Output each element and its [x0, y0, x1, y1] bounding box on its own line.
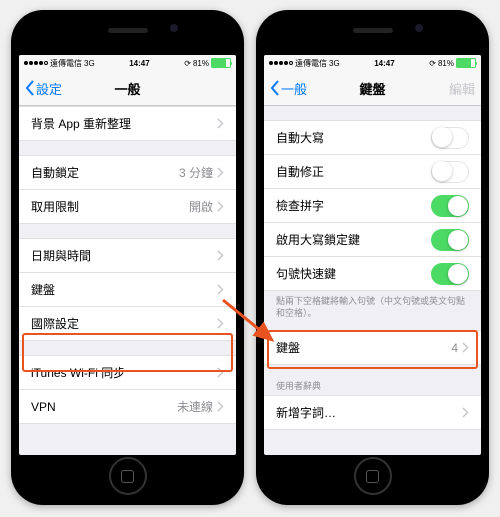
toggle-spellcheck[interactable]	[431, 195, 469, 217]
row-label: VPN	[31, 400, 177, 414]
row-label: 鍵盤	[31, 281, 217, 298]
chevron-right-icon	[217, 118, 224, 129]
chevron-right-icon	[217, 167, 224, 178]
row-keyboards[interactable]: 鍵盤 4	[264, 330, 481, 365]
signal-icon	[24, 61, 48, 65]
row-autocap[interactable]: 自動大寫	[264, 120, 481, 155]
row-value: 3 分鐘	[179, 164, 213, 181]
clock-label: 14:47	[374, 59, 394, 68]
home-button[interactable]	[109, 457, 147, 495]
navbar: 一般 鍵盤 編輯	[264, 71, 481, 106]
row-label: 鍵盤	[276, 339, 451, 356]
content[interactable]: 自動大寫 自動修正 檢查拼字 啟用大寫鎖定鍵 句號快速鍵	[264, 106, 481, 455]
battery-pct: 81%	[438, 59, 454, 68]
row-label: 自動修正	[276, 163, 431, 180]
signal-icon	[269, 61, 293, 65]
toggle-capslock[interactable]	[431, 229, 469, 251]
carrier-label: 遠傳電信	[50, 58, 82, 69]
rotation-lock-icon: ⟳	[184, 59, 191, 68]
battery-icon	[456, 58, 476, 68]
battery-pct: 81%	[193, 59, 209, 68]
screen-left: 遠傳電信 3G 14:47 ⟳ 81% 設定 一般 背景 App 重新整理	[19, 55, 236, 455]
toggle-autocap[interactable]	[431, 127, 469, 149]
row-datetime[interactable]: 日期與時間	[19, 238, 236, 273]
chevron-left-icon	[25, 80, 35, 96]
home-button[interactable]	[354, 457, 392, 495]
section-label: 使用者辭典	[264, 375, 481, 395]
row-capslock[interactable]: 啟用大寫鎖定鍵	[264, 223, 481, 257]
statusbar: 遠傳電信 3G 14:47 ⟳ 81%	[19, 55, 236, 71]
row-keyboard[interactable]: 鍵盤	[19, 273, 236, 307]
back-label: 一般	[281, 79, 307, 98]
chevron-right-icon	[217, 201, 224, 212]
carrier-label: 遠傳電信	[295, 58, 327, 69]
row-value: 未連線	[177, 398, 213, 415]
chevron-right-icon	[217, 250, 224, 261]
page-title: 鍵盤	[359, 79, 385, 98]
chevron-left-icon	[270, 80, 280, 96]
row-label: iTunes Wi-Fi 同步	[31, 364, 217, 381]
page-title: 一般	[114, 79, 140, 98]
row-label: 啟用大寫鎖定鍵	[276, 231, 431, 248]
row-label: 自動鎖定	[31, 164, 179, 181]
row-autolock[interactable]: 自動鎖定 3 分鐘	[19, 155, 236, 190]
content[interactable]: 背景 App 重新整理 自動鎖定 3 分鐘 取用限制 開啟 日期與時間	[19, 106, 236, 455]
row-spellcheck[interactable]: 檢查拼字	[264, 189, 481, 223]
chevron-right-icon	[217, 318, 224, 329]
clock-label: 14:47	[129, 59, 149, 68]
row-period-shortcut[interactable]: 句號快速鍵	[264, 257, 481, 291]
chevron-right-icon	[217, 401, 224, 412]
screen-right: 遠傳電信 3G 14:47 ⟳ 81% 一般 鍵盤 編輯 自動大寫	[264, 55, 481, 455]
row-label: 背景 App 重新整理	[31, 115, 217, 132]
row-label: 檢查拼字	[276, 197, 431, 214]
rotation-lock-icon: ⟳	[429, 59, 436, 68]
phone-right: 遠傳電信 3G 14:47 ⟳ 81% 一般 鍵盤 編輯 自動大寫	[256, 10, 489, 505]
row-itunes-wifi[interactable]: iTunes Wi-Fi 同步	[19, 355, 236, 390]
chevron-right-icon	[217, 367, 224, 378]
row-background-refresh[interactable]: 背景 App 重新整理	[19, 106, 236, 141]
row-international[interactable]: 國際設定	[19, 307, 236, 341]
back-label: 設定	[36, 79, 62, 98]
statusbar: 遠傳電信 3G 14:47 ⟳ 81%	[264, 55, 481, 71]
network-label: 3G	[329, 59, 340, 68]
toggle-autocorrect[interactable]	[431, 161, 469, 183]
phone-left: 遠傳電信 3G 14:47 ⟳ 81% 設定 一般 背景 App 重新整理	[11, 10, 244, 505]
toggle-shortcut[interactable]	[431, 263, 469, 285]
row-label: 自動大寫	[276, 129, 431, 146]
row-label: 新增字詞…	[276, 404, 462, 421]
back-button[interactable]: 一般	[270, 79, 307, 98]
network-label: 3G	[84, 59, 95, 68]
row-label: 句號快速鍵	[276, 265, 431, 282]
row-new-phrase[interactable]: 新增字詞…	[264, 395, 481, 430]
row-restrictions[interactable]: 取用限制 開啟	[19, 190, 236, 224]
back-button[interactable]: 設定	[25, 79, 62, 98]
chevron-right-icon	[462, 342, 469, 353]
row-autocorrect[interactable]: 自動修正	[264, 155, 481, 189]
navbar: 設定 一般	[19, 71, 236, 106]
row-value: 4	[451, 341, 458, 355]
footer-note: 點兩下空格鍵將輸入句號（中文句號或英文句點和空格）。	[264, 291, 481, 324]
edit-button[interactable]: 編輯	[449, 79, 475, 98]
battery-icon	[211, 58, 231, 68]
chevron-right-icon	[462, 407, 469, 418]
row-label: 國際設定	[31, 315, 217, 332]
row-value: 開啟	[189, 198, 213, 215]
row-label: 日期與時間	[31, 247, 217, 264]
row-vpn[interactable]: VPN 未連線	[19, 390, 236, 424]
chevron-right-icon	[217, 284, 224, 295]
row-label: 取用限制	[31, 198, 189, 215]
